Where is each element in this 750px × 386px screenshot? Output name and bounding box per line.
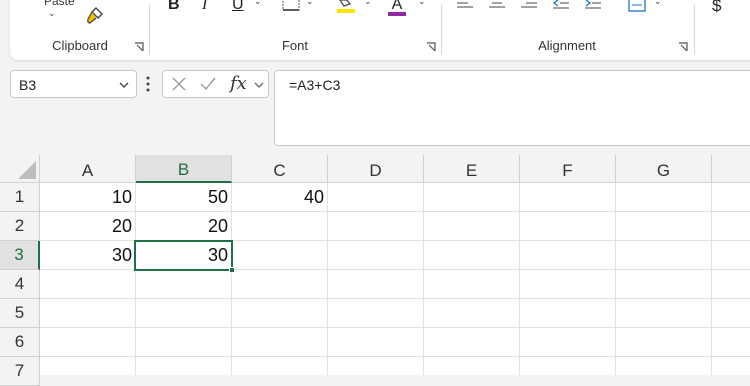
column-header-b[interactable]: B [136, 155, 232, 183]
clipboard-group: Paste ⌄ Clipboard [10, 0, 150, 60]
gridline [40, 327, 750, 328]
underline-button[interactable]: U [232, 0, 244, 14]
column-header-g[interactable]: G [616, 155, 712, 183]
enter-check-icon[interactable] [199, 76, 217, 97]
merge-center-icon[interactable] [628, 0, 646, 12]
ribbon-separator [694, 4, 695, 54]
underline-dropdown-icon[interactable]: ⌄ [254, 0, 262, 7]
italic-button[interactable]: I [202, 0, 207, 14]
cancel-icon[interactable] [171, 76, 187, 97]
merge-dropdown-icon[interactable]: ⌄ [654, 0, 662, 7]
formula-input[interactable]: =A3+C3 [274, 70, 750, 146]
row-header-1[interactable]: 1 [0, 183, 40, 212]
borders-icon[interactable] [282, 0, 300, 12]
fill-color-dropdown-icon[interactable]: ⌄ [364, 0, 372, 7]
font-group-label: Font [281, 38, 308, 53]
format-painter-icon[interactable] [84, 5, 106, 27]
row-header-4[interactable]: 4 [0, 270, 40, 299]
alignment-group: ⌄ Alignment [442, 0, 692, 60]
worksheet-grid: A B C D E F G 1 2 3 4 5 6 7 10 50 40 20 … [0, 155, 750, 386]
row-header-6[interactable]: 6 [0, 328, 40, 357]
align-left-icon[interactable] [456, 0, 474, 10]
chevron-down-icon[interactable] [118, 78, 130, 96]
align-right-icon[interactable] [520, 0, 538, 10]
align-center-icon[interactable] [488, 0, 506, 10]
row-header-3[interactable]: 3 [0, 241, 40, 270]
chevron-down-icon[interactable] [253, 78, 265, 96]
font-group: B I U ⌄ ⌄ ⌄ A ⌄ Font [150, 0, 440, 60]
gridline [40, 356, 750, 357]
row-header-5[interactable]: 5 [0, 299, 40, 328]
font-color-button[interactable]: A [388, 0, 406, 16]
row-header-7[interactable]: 7 [0, 357, 40, 386]
more-options-icon[interactable] [145, 74, 151, 94]
paste-dropdown-icon[interactable]: ⌄ [48, 8, 56, 19]
font-dialog-launcher-icon[interactable] [426, 42, 436, 52]
bold-button[interactable]: B [168, 0, 180, 14]
alignment-dialog-launcher-icon[interactable] [678, 42, 688, 52]
formula-text: =A3+C3 [289, 77, 341, 93]
cell-b2[interactable]: 20 [136, 212, 231, 241]
formula-controls: fx [162, 70, 269, 98]
cell-a2[interactable]: 20 [40, 212, 135, 241]
row-header-2[interactable]: 2 [0, 212, 40, 241]
increase-indent-icon[interactable] [584, 0, 602, 10]
column-header-a[interactable]: A [40, 155, 136, 183]
fill-color-icon[interactable] [336, 0, 356, 14]
borders-dropdown-icon[interactable]: ⌄ [306, 0, 314, 7]
name-box[interactable]: B3 [10, 70, 137, 98]
name-box-value: B3 [19, 77, 37, 93]
accounting-format-button[interactable]: $ [712, 0, 721, 16]
cell-a3[interactable]: 30 [40, 241, 135, 270]
paste-button-label[interactable]: Paste [44, 0, 75, 8]
alignment-group-label: Alignment [538, 38, 596, 53]
select-all-icon [18, 161, 36, 179]
font-color-swatch [388, 12, 406, 16]
ribbon: Paste ⌄ Clipboard B I U ⌄ ⌄ ⌄ A ⌄ Font ⌄… [0, 0, 750, 60]
cell-b1[interactable]: 50 [136, 183, 231, 212]
cell-a1[interactable]: 10 [40, 183, 135, 212]
column-header-h[interactable] [712, 155, 750, 183]
decrease-indent-icon[interactable] [552, 0, 570, 10]
select-all-button[interactable] [0, 155, 40, 183]
column-header-c[interactable]: C [232, 155, 328, 183]
clipboard-dialog-launcher-icon[interactable] [134, 42, 144, 52]
column-header-f[interactable]: F [520, 155, 616, 183]
cell-c1[interactable]: 40 [232, 183, 327, 212]
column-header-d[interactable]: D [328, 155, 424, 183]
gridline [40, 298, 750, 299]
fill-handle[interactable] [229, 267, 235, 273]
clipboard-group-label: Clipboard [52, 38, 108, 53]
active-cell-selection[interactable] [134, 240, 235, 273]
insert-function-button[interactable]: fx [230, 73, 247, 94]
font-color-dropdown-icon[interactable]: ⌄ [418, 0, 426, 7]
column-header-e[interactable]: E [424, 155, 520, 183]
